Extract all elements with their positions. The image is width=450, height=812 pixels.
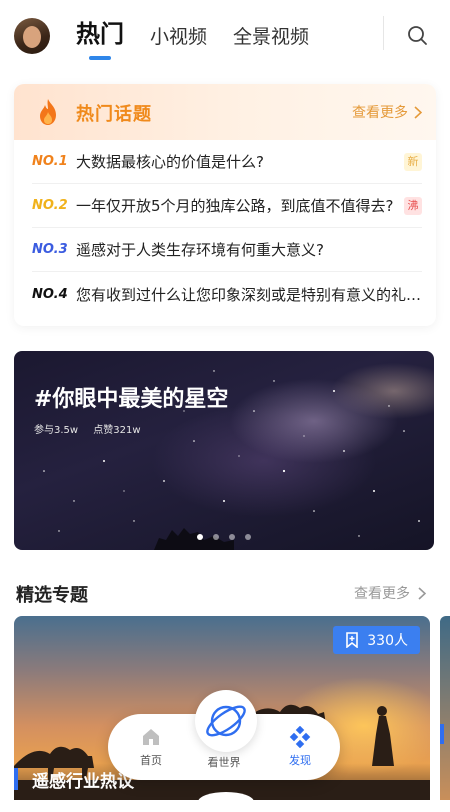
nav-see-world[interactable]: 看世界	[194, 754, 254, 770]
carousel-dot[interactable]	[229, 534, 235, 540]
flame-icon	[40, 99, 56, 125]
nav-see-world-label: 看世界	[207, 756, 241, 769]
participant-count: 330人	[367, 633, 408, 649]
hot-topic-text: 遥感对于人类生存环境有何重大意义?	[76, 241, 324, 259]
search-button[interactable]	[404, 22, 432, 50]
hot-topic-text: 大数据最核心的价值是什么?	[76, 153, 264, 171]
bookmark-count-badge: 330人	[333, 626, 420, 654]
next-featured-card-peek[interactable]	[440, 616, 450, 800]
hot-topics-title: 热门话题	[76, 104, 152, 125]
bookmark-icon	[346, 632, 359, 648]
hot-topics-header: 热门话题 查看更多	[14, 84, 436, 140]
nav-discover-label: 发现	[289, 754, 311, 767]
hot-topic-text: 您有收到过什么让您印象深刻或是特别有意义的礼物?	[76, 285, 422, 304]
featured-more-link[interactable]: 查看更多	[354, 583, 426, 603]
title-accent-bar	[14, 768, 18, 790]
top-header: 热门 小视频 全景视频	[0, 0, 450, 66]
new-badge: 新	[404, 152, 422, 171]
search-icon	[408, 26, 427, 45]
bottom-fab-edge	[198, 792, 254, 812]
likes-count: 点赞321w	[93, 425, 141, 436]
home-icon	[143, 729, 159, 745]
banner-stats: 参与3.5w 点赞321w	[34, 421, 153, 436]
carousel-dot[interactable]	[197, 534, 203, 540]
rank-label: NO.1	[32, 154, 68, 169]
hot-topics-card: 热门话题 查看更多 NO.1 大数据最核心的价值是什么? 新 NO.2 一年仅开…	[14, 84, 436, 326]
see-world-center-button[interactable]	[195, 690, 257, 752]
rank-label: NO.2	[32, 198, 68, 213]
planet-icon	[206, 705, 246, 737]
discover-icon	[289, 726, 311, 748]
hot-topics-more-label: 查看更多	[352, 105, 408, 121]
hot-topics-list: NO.1 大数据最核心的价值是什么? 新 NO.2 一年仅开放5个月的独库公路，…	[14, 140, 436, 316]
rank-label: NO.4	[32, 286, 68, 302]
banner-title: #你眼中最美的星空	[34, 387, 229, 412]
chevron-right-icon	[418, 586, 426, 600]
starry-sky-banner[interactable]: #你眼中最美的星空 参与3.5w 点赞321w	[14, 351, 434, 550]
chevron-right-icon	[414, 105, 422, 119]
carousel-dot[interactable]	[245, 534, 251, 540]
nav-home[interactable]: 首页	[121, 726, 181, 768]
avatar[interactable]	[14, 18, 50, 54]
nav-discover[interactable]: 发现	[270, 726, 330, 768]
tab-short-video[interactable]: 小视频	[150, 24, 207, 50]
hot-topics-more-link[interactable]: 查看更多	[352, 102, 422, 122]
hot-topic-text: 一年仅开放5个月的独库公路，到底值不值得去?	[76, 197, 394, 215]
featured-more-label: 查看更多	[354, 586, 410, 602]
featured-section-title: 精选专题	[16, 585, 88, 606]
tab-bar: 热门 小视频 全景视频	[76, 18, 335, 60]
hot-topic-item[interactable]: NO.3 遥感对于人类生存环境有何重大意义?	[32, 228, 422, 272]
title-accent-bar	[440, 724, 444, 744]
tab-hot[interactable]: 热门	[76, 18, 124, 60]
participants-count: 参与3.5w	[34, 425, 79, 436]
carousel-dots	[14, 534, 434, 540]
rank-label: NO.3	[32, 242, 68, 257]
tab-panorama-video[interactable]: 全景视频	[233, 24, 309, 50]
hot-topic-item[interactable]: NO.2 一年仅开放5个月的独库公路，到底值不值得去? 沸	[32, 184, 422, 228]
hot-topic-item[interactable]: NO.4 您有收到过什么让您印象深刻或是特别有意义的礼物?	[32, 272, 422, 316]
hot-topic-item[interactable]: NO.1 大数据最核心的价值是什么? 新	[32, 140, 422, 184]
silhouette-graphic	[154, 528, 234, 550]
trending-badge: 沸	[404, 196, 422, 215]
nav-home-label: 首页	[140, 754, 162, 767]
avatar-face	[23, 26, 41, 48]
carousel-dot[interactable]	[213, 534, 219, 540]
header-divider	[383, 16, 384, 50]
